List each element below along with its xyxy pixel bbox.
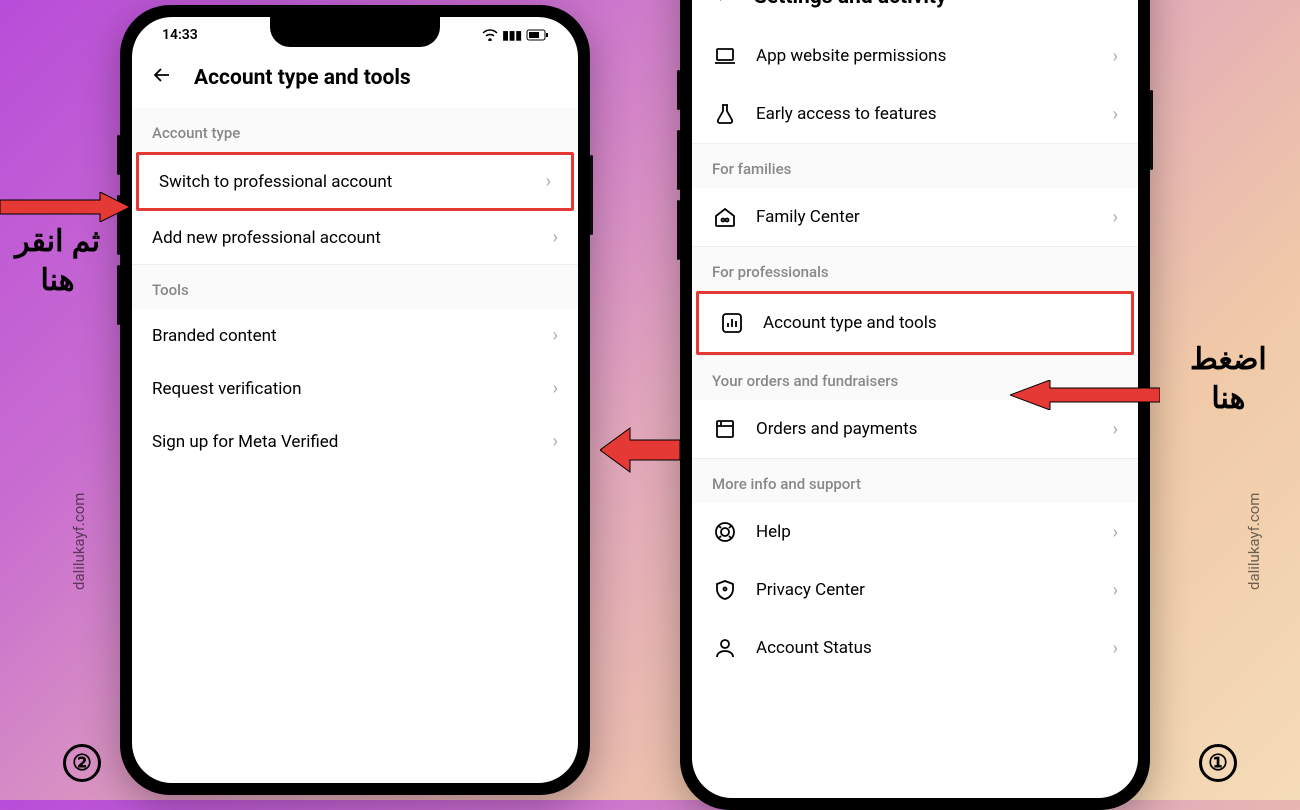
row-account-status[interactable]: Account Status › <box>692 619 1138 677</box>
notch <box>270 17 440 47</box>
chevron-right-icon: › <box>553 431 558 452</box>
section-support: More info and support <box>692 458 1138 503</box>
step-2-badge: ② <box>63 744 101 782</box>
home-people-icon <box>712 204 738 230</box>
highlight-switch-pro: Switch to professional account › <box>136 152 574 211</box>
row-switch-professional[interactable]: Switch to professional account › <box>139 155 571 208</box>
watermark-left: dalilukayf.com <box>70 493 88 590</box>
row-app-permissions[interactable]: App website permissions › <box>692 27 1138 85</box>
watermark-right: dalilukayf.com <box>1245 493 1263 590</box>
section-tools: Tools <box>132 264 578 309</box>
section-professionals: For professionals <box>692 246 1138 291</box>
row-label: Account type and tools <box>763 313 1111 333</box>
flask-icon <box>712 101 738 127</box>
header: Account type and tools <box>132 53 578 108</box>
row-help[interactable]: Help › <box>692 503 1138 561</box>
status-icons: ▮▮▮ <box>482 28 548 42</box>
row-privacy-center[interactable]: Privacy Center › <box>692 561 1138 619</box>
chevron-right-icon: › <box>1113 419 1118 440</box>
row-branded-content[interactable]: Branded content › <box>132 309 578 362</box>
row-label: Branded content <box>152 326 535 346</box>
row-label: Add new professional account <box>152 228 535 248</box>
row-account-type-tools[interactable]: Account type and tools <box>699 294 1131 352</box>
row-early-access[interactable]: Early access to features › <box>692 85 1138 143</box>
row-request-verification[interactable]: Request verification › <box>132 362 578 415</box>
chevron-right-icon: › <box>1113 638 1118 659</box>
laptop-icon <box>712 43 738 69</box>
lifebuoy-icon <box>712 519 738 545</box>
person-icon <box>712 635 738 661</box>
row-label: Account Status <box>756 638 1095 658</box>
row-family-center[interactable]: Family Center › <box>692 188 1138 246</box>
receipt-icon <box>712 416 738 442</box>
chevron-right-icon: › <box>1113 46 1118 67</box>
row-label: Request verification <box>152 379 535 399</box>
header: Settings and activity <box>692 0 1138 27</box>
row-label: Orders and payments <box>756 419 1095 439</box>
arrow-left-annot-icon <box>0 192 130 226</box>
wifi-icon <box>482 29 498 41</box>
page-title: Account type and tools <box>194 66 411 90</box>
row-label: Family Center <box>756 207 1095 227</box>
section-families: For families <box>692 143 1138 188</box>
row-label: Privacy Center <box>756 580 1095 600</box>
arrow-right-annot-icon <box>1010 380 1160 414</box>
battery-icon <box>526 29 548 41</box>
row-label: Early access to features <box>756 104 1095 124</box>
row-label: Help <box>756 522 1095 542</box>
chevron-right-icon: › <box>546 171 551 192</box>
row-add-professional[interactable]: Add new professional account › <box>132 211 578 264</box>
clock: 14:33 <box>162 27 198 43</box>
chevron-right-icon: › <box>1113 207 1118 228</box>
chevron-right-icon: › <box>553 227 558 248</box>
phone-left: 14:33 ▮▮▮ Account type and tools Account… <box>120 5 590 795</box>
back-arrow-icon[interactable] <box>150 63 174 92</box>
chevron-right-icon: › <box>553 325 558 346</box>
back-arrow-icon[interactable] <box>710 0 734 11</box>
shield-icon <box>712 577 738 603</box>
chevron-right-icon: › <box>1113 104 1118 125</box>
row-label: Sign up for Meta Verified <box>152 432 535 452</box>
chart-icon <box>719 310 745 336</box>
step-1-badge: ① <box>1199 744 1237 782</box>
page-title: Settings and activity <box>754 0 947 9</box>
label-right-arabic: اضغطهنا <box>1190 340 1267 418</box>
signal-icon: ▮▮▮ <box>502 28 522 42</box>
arrow-center-icon <box>600 425 680 479</box>
row-label: App website permissions <box>756 46 1095 66</box>
chevron-right-icon: › <box>553 378 558 399</box>
label-left-arabic: ثم انقرهنا <box>15 222 100 300</box>
section-account-type: Account type <box>132 108 578 152</box>
chevron-right-icon: › <box>1113 522 1118 543</box>
chevron-right-icon: › <box>1113 580 1118 601</box>
row-label: Switch to professional account <box>159 172 528 192</box>
row-meta-verified[interactable]: Sign up for Meta Verified › <box>132 415 578 468</box>
highlight-account-tools: Account type and tools <box>696 291 1134 355</box>
